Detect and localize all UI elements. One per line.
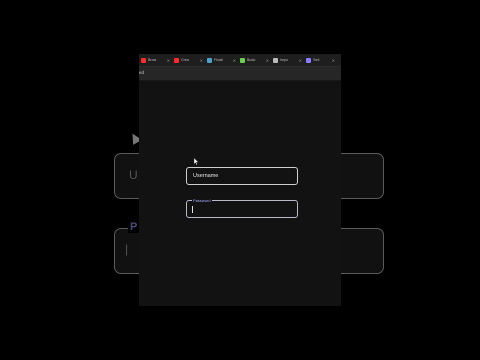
browser-window: Brow × Crea × Floati × Budo × Impo × Sed × ed Usern… <box>139 54 341 306</box>
chat-icon <box>306 57 311 63</box>
tab-label: Sed <box>313 58 320 62</box>
address-bar[interactable]: ed <box>139 67 341 81</box>
browser-tab[interactable]: Sed × <box>304 54 337 66</box>
tab-close-icon[interactable]: × <box>299 58 302 63</box>
tab-label: Brow <box>148 58 157 62</box>
address-text: ed <box>139 70 144 75</box>
browser-tab[interactable]: Crea × <box>172 54 205 66</box>
background-username-hint: U <box>129 168 138 182</box>
youtube-icon <box>174 57 179 63</box>
username-field[interactable]: Username <box>186 167 298 185</box>
browser-tab[interactable]: Brow × <box>139 54 172 66</box>
app-icon <box>240 57 245 63</box>
text-caret <box>192 206 193 213</box>
globe-icon <box>207 57 212 63</box>
background-caret: | <box>125 242 129 256</box>
tab-label: Crea <box>181 58 189 62</box>
tab-close-icon[interactable]: × <box>266 58 269 63</box>
browser-tab[interactable]: Impo × <box>271 54 304 66</box>
password-label: Password <box>192 198 212 203</box>
mouse-cursor-icon <box>194 158 199 165</box>
browser-tab[interactable]: Floati × <box>205 54 238 66</box>
username-placeholder: Username <box>193 173 219 179</box>
tab-close-icon[interactable]: × <box>167 58 170 63</box>
download-icon <box>273 57 278 63</box>
youtube-icon <box>141 57 146 63</box>
background-password-label: P <box>128 221 140 233</box>
tab-label: Impo <box>280 58 288 62</box>
tab-close-icon[interactable]: × <box>233 58 236 63</box>
tab-close-icon[interactable]: × <box>200 58 203 63</box>
page-content <box>139 81 341 306</box>
tab-label: Budo <box>247 58 256 62</box>
password-field[interactable]: Password <box>186 198 298 218</box>
tab-bar: Brow × Crea × Floati × Budo × Impo × Sed × <box>139 54 341 67</box>
browser-tab[interactable]: Budo × <box>238 54 271 66</box>
tab-label: Floati <box>214 58 223 62</box>
tab-close-icon[interactable]: × <box>332 58 335 63</box>
